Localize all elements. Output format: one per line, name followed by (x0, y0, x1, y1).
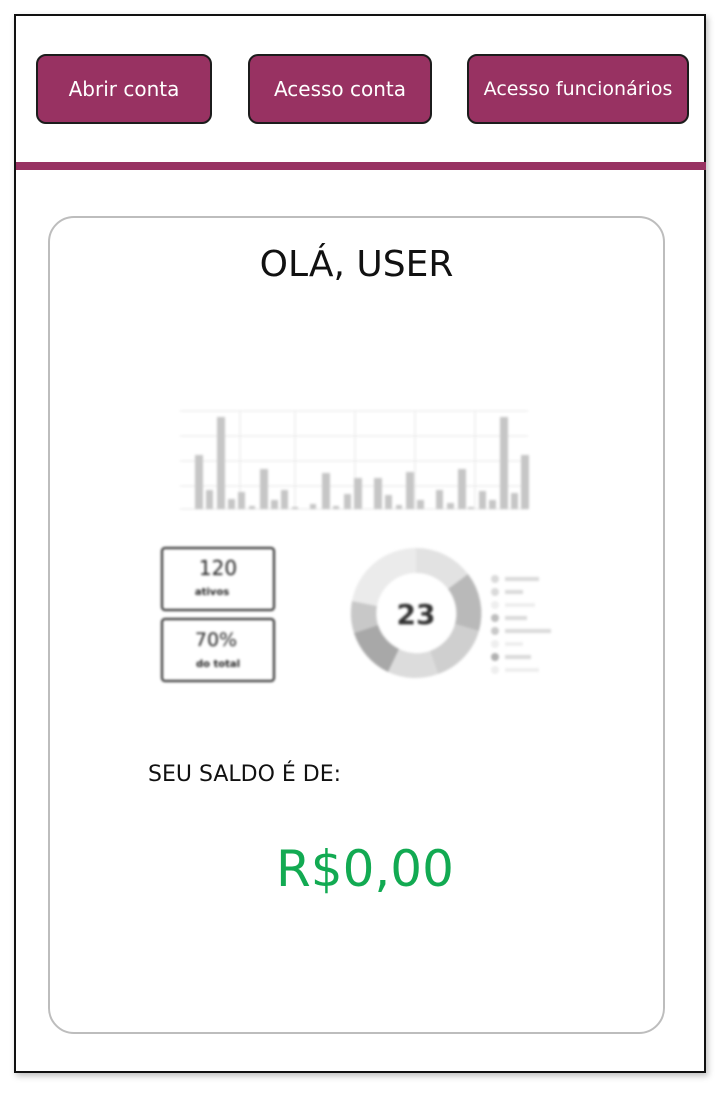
header-divider (16, 162, 706, 170)
stat-value-percent: 70% (195, 629, 237, 651)
open-account-button[interactable]: Abrir conta (36, 54, 212, 124)
stat-value-active: 120 (199, 556, 237, 580)
donut-value: 23 (397, 598, 436, 631)
app-frame: Abrir conta Acesso conta Acesso funcioná… (14, 14, 706, 1073)
donut-chart-illustration: 23 (350, 547, 482, 679)
balance-value: R$0,00 (276, 840, 454, 898)
dashboard-illustration: 120 ativos 70% do total 23 (161, 410, 551, 682)
greeting-title: OLÁ, USER (259, 244, 454, 285)
stat-label-percent: do total (196, 659, 240, 670)
stat-label-active: ativos (195, 587, 229, 598)
donut-legend-illustration (491, 575, 551, 674)
access-account-button[interactable]: Acesso conta (248, 54, 432, 124)
employee-access-button[interactable]: Acesso funcionários (467, 54, 689, 124)
balance-label: SEU SALDO É DE: (148, 762, 342, 787)
account-card: OLÁ, USER 120 ativos 70% do total 23 SEU… (48, 216, 665, 1034)
